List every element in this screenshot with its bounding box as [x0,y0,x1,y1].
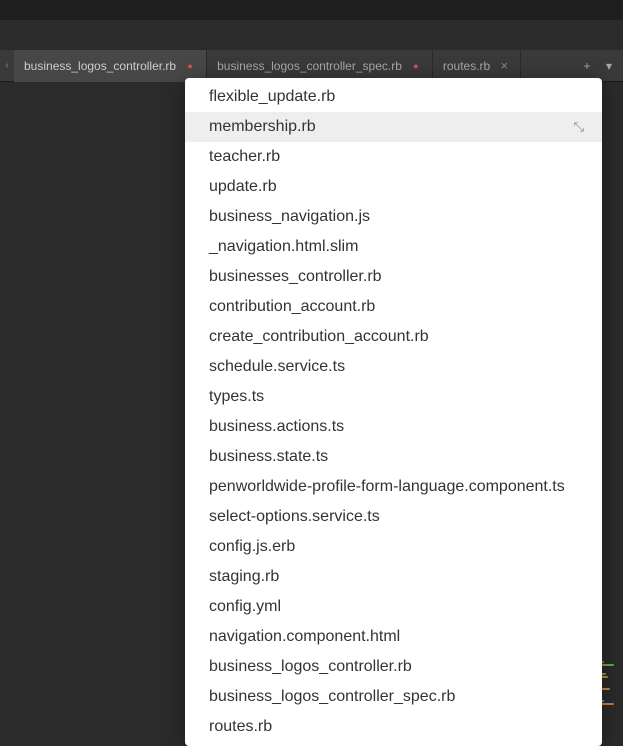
open-file-dropdown: flexible_update.rb membership.rb ⤡ teacher.… [185,78,602,746]
tab[interactable]: business_logos_controller.rb ● [14,50,207,82]
file-item-label: update.rb [209,175,277,199]
file-item[interactable]: business_logos_controller.rb [185,652,602,682]
file-item-label: navigation.component.html [209,625,400,649]
file-item[interactable]: types.ts [185,382,602,412]
tabs-scroll-left-icon[interactable]: ‹ [0,50,14,81]
window-titlebar [0,0,623,20]
file-item[interactable]: teacher.rb [185,142,602,172]
file-item[interactable]: config.yml [185,592,602,622]
file-item-label: config.js.erb [209,535,295,559]
file-item-label: business_navigation.js [209,205,370,229]
tab[interactable]: business_logos_controller_spec.rb ● [207,50,433,82]
tab[interactable]: routes.rb × [433,50,521,82]
file-item[interactable]: business_logos_controller_spec.rb [185,682,602,712]
file-item-label: business_logos_controller.rb [209,655,412,679]
file-item[interactable]: membership.rb ⤡ [185,112,602,142]
file-item-label: penworldwide-profile-form-language.compo… [209,475,565,499]
file-item-label: contribution_account.rb [209,295,375,319]
file-item[interactable]: penworldwide-profile-form-language.compo… [185,472,602,502]
file-item-label: types.ts [209,385,264,409]
file-item[interactable]: navigation.component.html [185,622,602,652]
file-item[interactable]: select-options.service.ts [185,502,602,532]
file-item-label: select-options.service.ts [209,505,380,529]
file-item-label: flexible_update.rb [209,85,335,109]
file-item[interactable]: flexible_update.rb [185,82,602,112]
file-item[interactable]: update.rb [185,172,602,202]
close-icon[interactable]: ● [184,60,196,72]
file-item-label: business.state.ts [209,445,328,469]
file-item[interactable]: business_navigation.js [185,202,602,232]
file-item[interactable]: _navigation.html.slim [185,232,602,262]
file-item[interactable]: staging.rb [185,562,602,592]
tab-actions: + ▾ [573,59,623,73]
tab-label: business_logos_controller_spec.rb [217,59,402,73]
file-item[interactable]: business.state.ts [185,442,602,472]
pin-icon: ⤡ [574,117,584,137]
file-item[interactable]: schedule.service.ts [185,352,602,382]
file-item[interactable]: businesses_controller.rb [185,262,602,292]
editor-area: flexible_update.rb membership.rb ⤡ teacher.… [0,82,623,720]
file-item[interactable]: config.js.erb [185,532,602,562]
file-item[interactable]: contribution_account.rb [185,292,602,322]
file-item-label: teacher.rb [209,145,280,169]
file-item-label: routes.rb [209,715,272,739]
chevron-left-icon: ‹ [5,60,8,71]
close-icon[interactable]: ● [410,60,422,72]
file-item-label: schedule.service.ts [209,355,345,379]
new-tab-button[interactable]: + [579,59,595,73]
tab-label: business_logos_controller.rb [24,59,176,73]
file-item[interactable]: routes.rb [185,712,602,742]
file-item-label: create_contribution_account.rb [209,325,429,349]
file-item-label: businesses_controller.rb [209,265,382,289]
file-item-label: business_logos_controller_spec.rb [209,685,455,709]
file-item-label: _navigation.html.slim [209,235,358,259]
file-item-label: membership.rb [209,115,316,139]
tabs-container: business_logos_controller.rb●business_lo… [14,50,573,82]
close-icon[interactable]: × [498,60,510,72]
file-item-label: business.actions.ts [209,415,344,439]
tab-label: routes.rb [443,59,490,73]
file-item[interactable]: business.actions.ts [185,412,602,442]
tab-overflow-button[interactable]: ▾ [601,59,617,73]
file-item-label: staging.rb [209,565,279,589]
file-item-label: config.yml [209,595,281,619]
file-item[interactable]: create_contribution_account.rb [185,322,602,352]
